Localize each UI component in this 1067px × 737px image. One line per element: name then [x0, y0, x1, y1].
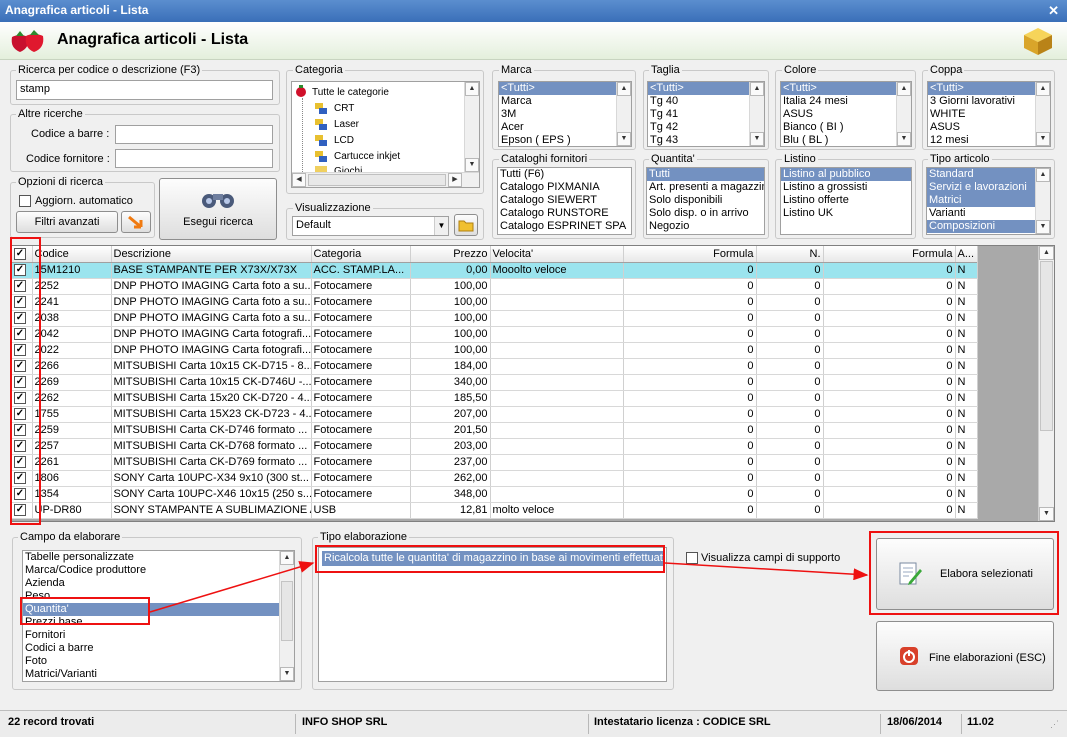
status-separator: [295, 714, 296, 734]
record-count: 22 record trovati: [8, 716, 95, 728]
status-separator: [588, 714, 589, 734]
status-bar: 22 record trovati INFO SHOP SRL Intestat…: [0, 710, 1067, 737]
annotation-arrows: [149, 561, 869, 613]
status-separator: [880, 714, 881, 734]
status-separator: [961, 714, 962, 734]
company-name: INFO SHOP SRL: [302, 716, 388, 728]
status-version: 11.02: [967, 716, 994, 728]
status-date: 18/06/2014: [887, 716, 943, 728]
resize-grip-icon[interactable]: ⋰: [1050, 719, 1059, 730]
license-holder: Intestatario licenza : CODICE SRL: [594, 716, 771, 728]
main-window: Anagrafica articoli - Lista ✕ Anagrafica…: [0, 0, 1067, 737]
